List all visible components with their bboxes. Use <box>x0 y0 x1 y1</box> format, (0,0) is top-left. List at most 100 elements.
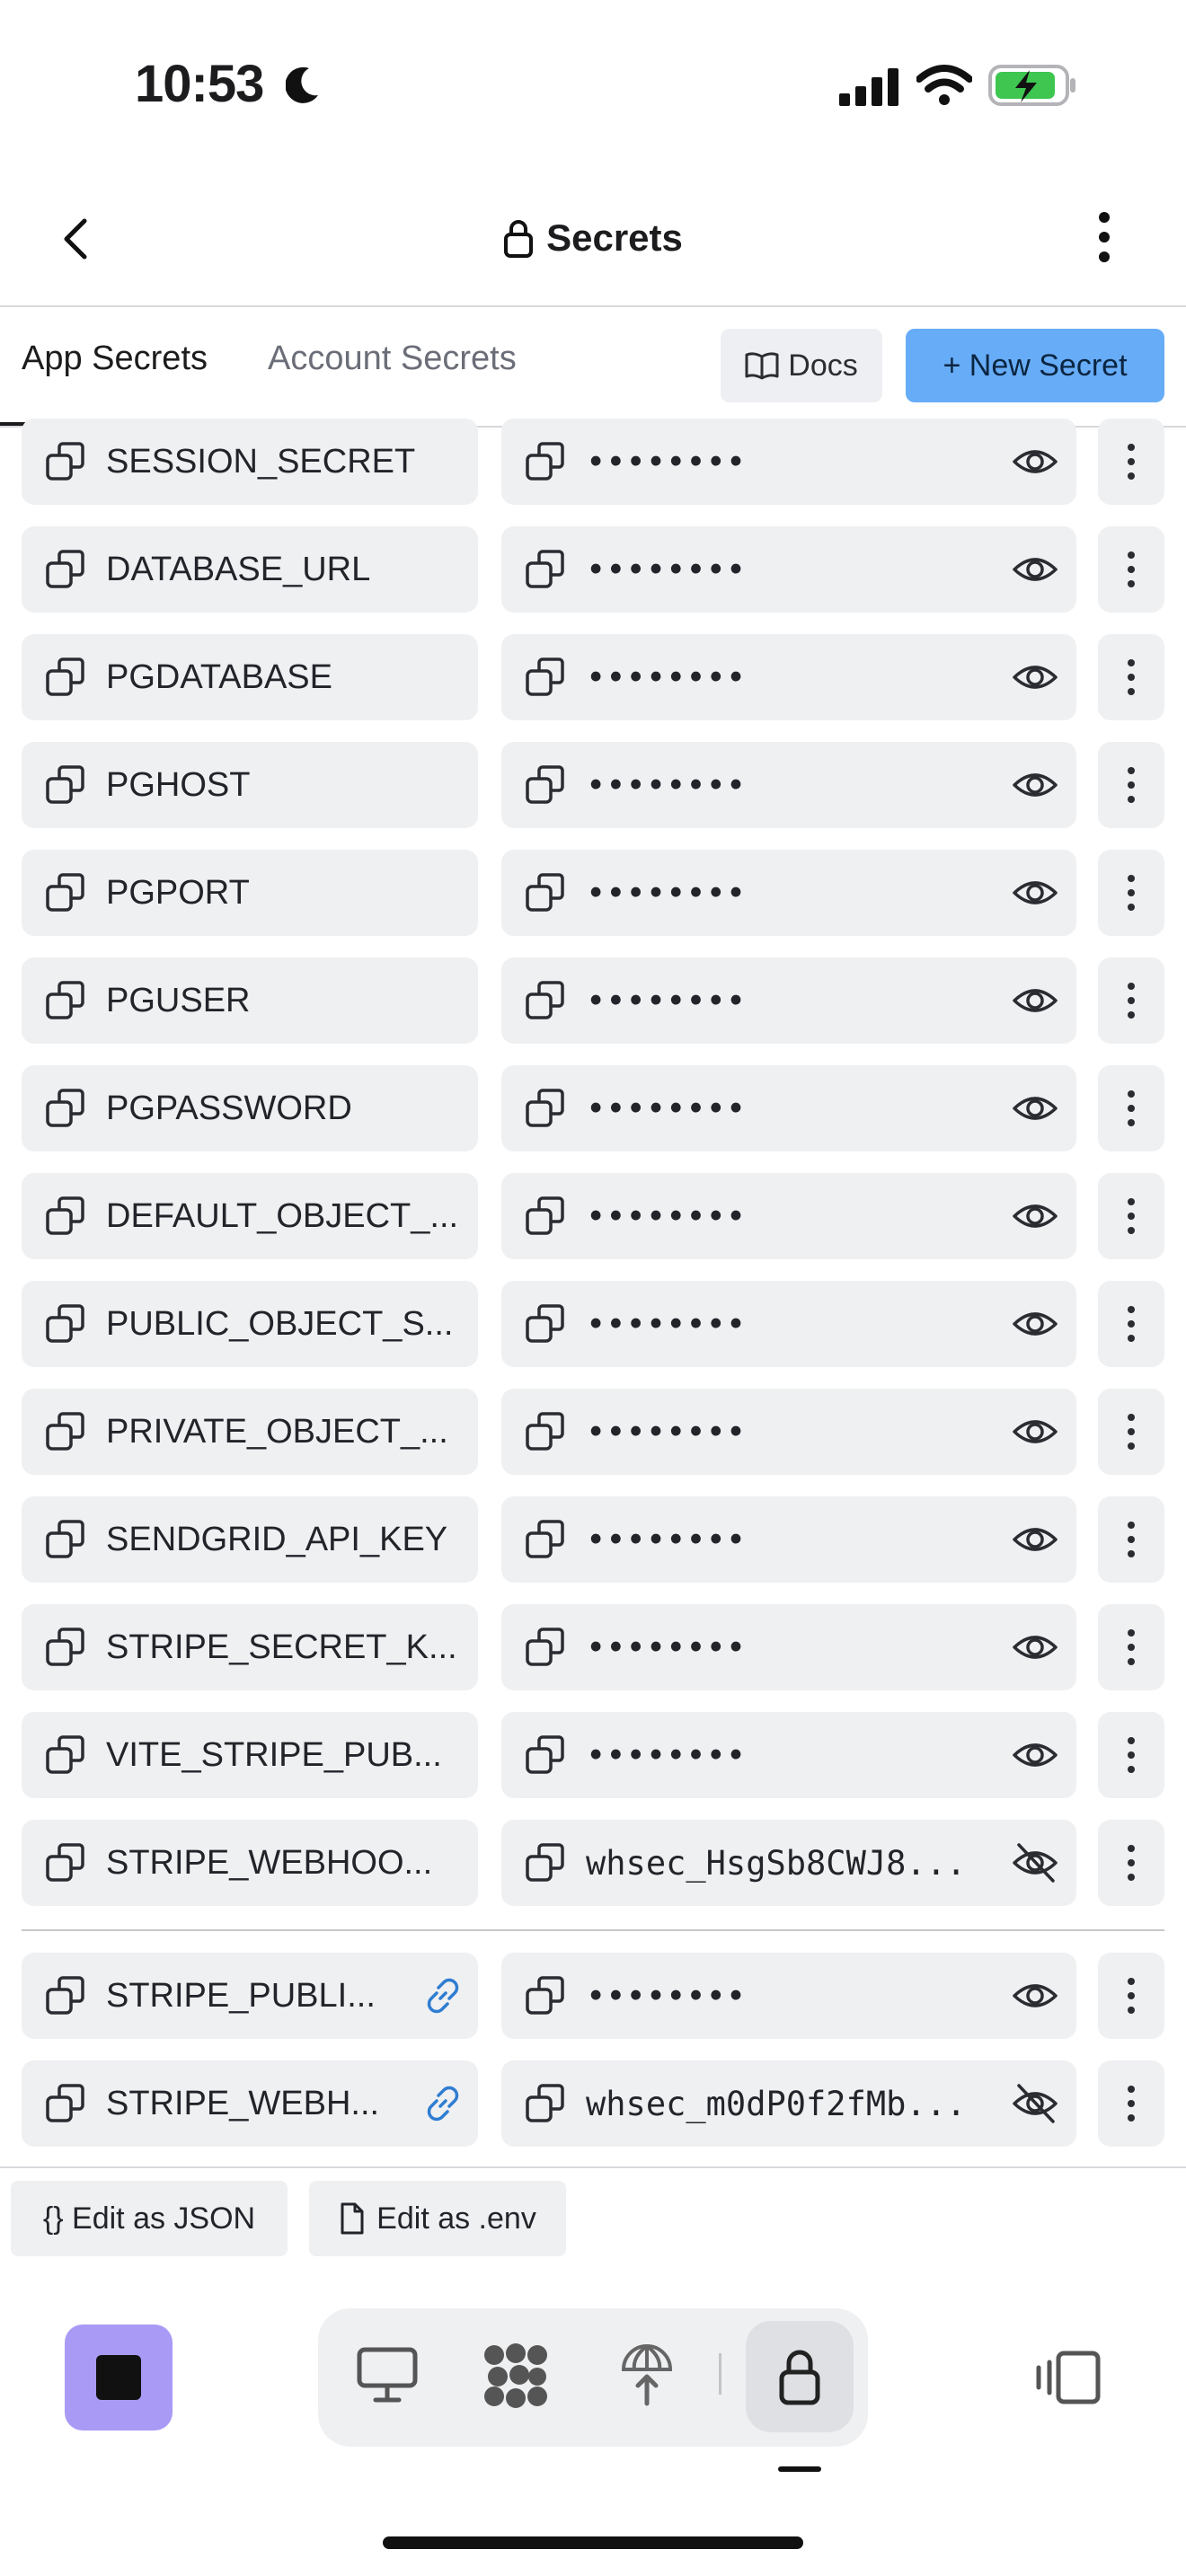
copy-icon[interactable] <box>525 549 566 590</box>
secret-value-field[interactable]: •••••••• <box>501 1173 1076 1259</box>
copy-icon[interactable] <box>45 657 86 698</box>
copy-icon[interactable] <box>525 1195 566 1237</box>
show-value-eye-icon[interactable] <box>1012 1972 1058 2019</box>
secret-key-field[interactable]: PGDATABASE <box>22 634 478 720</box>
secret-value-field[interactable]: •••••••• <box>501 634 1076 720</box>
copy-icon[interactable] <box>45 1975 86 2016</box>
copy-icon[interactable] <box>525 980 566 1021</box>
copy-icon[interactable] <box>525 1734 566 1776</box>
secret-key-field[interactable]: STRIPE_PUBLI... <box>22 1953 478 2039</box>
copy-icon[interactable] <box>525 872 566 913</box>
copy-icon[interactable] <box>525 441 566 482</box>
copy-icon[interactable] <box>45 1519 86 1560</box>
copy-icon[interactable] <box>525 1519 566 1560</box>
monitor-icon[interactable] <box>356 2346 419 2404</box>
copy-icon[interactable] <box>45 980 86 1021</box>
copy-icon[interactable] <box>45 441 86 482</box>
secret-value-field[interactable]: •••••••• <box>501 742 1076 828</box>
edit-as-json-button[interactable]: {} Edit as JSON <box>11 2181 288 2256</box>
hide-value-eye-off-icon[interactable] <box>1012 2080 1058 2127</box>
docs-button[interactable]: Docs <box>721 329 882 402</box>
agent-cluster-icon[interactable] <box>482 2342 550 2409</box>
show-value-eye-icon[interactable] <box>1012 438 1058 485</box>
secret-value-field[interactable]: •••••••• <box>501 1604 1076 1690</box>
secret-key-field[interactable]: PRIVATE_OBJECT_... <box>22 1389 478 1475</box>
secret-row-menu-button[interactable] <box>1098 1389 1164 1475</box>
secret-key-field[interactable]: PGPORT <box>22 850 478 936</box>
copy-icon[interactable] <box>45 1842 86 1883</box>
show-value-eye-icon[interactable] <box>1012 1516 1058 1563</box>
copy-icon[interactable] <box>45 1303 86 1345</box>
secret-row-menu-button[interactable] <box>1098 1281 1164 1367</box>
secret-key-field[interactable]: DATABASE_URL <box>22 526 478 613</box>
secret-row-menu-button[interactable] <box>1098 634 1164 720</box>
panel-switcher-icon[interactable] <box>1033 2350 1102 2405</box>
secret-key-field[interactable]: PGPASSWORD <box>22 1065 478 1151</box>
secret-row-menu-button[interactable] <box>1098 1496 1164 1583</box>
secret-value-field[interactable]: •••••••• <box>501 1712 1076 1798</box>
secret-row-menu-button[interactable] <box>1098 526 1164 613</box>
tab-account-secrets[interactable]: Account Secrets <box>268 340 517 378</box>
secret-row-menu-button[interactable] <box>1098 1820 1164 1906</box>
show-value-eye-icon[interactable] <box>1012 1732 1058 1778</box>
copy-icon[interactable] <box>45 764 86 806</box>
copy-icon[interactable] <box>45 1195 86 1237</box>
show-value-eye-icon[interactable] <box>1012 762 1058 808</box>
secret-value-field[interactable]: whsec_HsgSb8CWJ8... <box>501 1820 1076 1906</box>
show-value-eye-icon[interactable] <box>1012 546 1058 593</box>
hide-value-eye-off-icon[interactable] <box>1012 1839 1058 1886</box>
more-vertical-icon[interactable] <box>1091 210 1118 264</box>
show-value-eye-icon[interactable] <box>1012 654 1058 701</box>
copy-icon[interactable] <box>45 549 86 590</box>
show-value-eye-icon[interactable] <box>1012 1085 1058 1132</box>
secret-key-field[interactable]: PGUSER <box>22 957 478 1044</box>
secret-row-menu-button[interactable] <box>1098 1604 1164 1690</box>
secret-value-field[interactable]: •••••••• <box>501 1953 1076 2039</box>
secret-row-menu-button[interactable] <box>1098 1953 1164 2039</box>
tab-app-secrets[interactable]: App Secrets <box>22 340 208 378</box>
secret-value-field[interactable]: •••••••• <box>501 957 1076 1044</box>
secret-value-field[interactable]: •••••••• <box>501 1389 1076 1475</box>
show-value-eye-icon[interactable] <box>1012 1301 1058 1347</box>
secret-row-menu-button[interactable] <box>1098 1712 1164 1798</box>
secret-key-field[interactable]: STRIPE_WEBHOO... <box>22 1820 478 1906</box>
copy-icon[interactable] <box>525 1975 566 2016</box>
copy-icon[interactable] <box>525 2083 566 2124</box>
show-value-eye-icon[interactable] <box>1012 977 1058 1024</box>
copy-icon[interactable] <box>525 1303 566 1345</box>
secret-row-menu-button[interactable] <box>1098 2060 1164 2147</box>
secret-row-menu-button[interactable] <box>1098 742 1164 828</box>
secret-key-field[interactable]: PUBLIC_OBJECT_S... <box>22 1281 478 1367</box>
secret-value-field[interactable]: •••••••• <box>501 1496 1076 1583</box>
copy-icon[interactable] <box>525 1411 566 1452</box>
copy-icon[interactable] <box>525 1627 566 1668</box>
copy-icon[interactable] <box>45 1734 86 1776</box>
secret-key-field[interactable]: STRIPE_SECRET_K... <box>22 1604 478 1690</box>
copy-icon[interactable] <box>45 2083 86 2124</box>
copy-icon[interactable] <box>45 1411 86 1452</box>
edit-as-env-button[interactable]: Edit as .env <box>309 2181 566 2256</box>
secrets-tool-button[interactable] <box>746 2321 854 2432</box>
secret-key-field[interactable]: SESSION_SECRET <box>22 419 478 505</box>
secret-row-menu-button[interactable] <box>1098 957 1164 1044</box>
secret-key-field[interactable]: SENDGRID_API_KEY <box>22 1496 478 1583</box>
copy-icon[interactable] <box>525 1842 566 1883</box>
copy-icon[interactable] <box>525 764 566 806</box>
stop-button[interactable] <box>65 2325 173 2430</box>
secret-value-field[interactable]: •••••••• <box>501 419 1076 505</box>
copy-icon[interactable] <box>525 657 566 698</box>
copy-icon[interactable] <box>525 1088 566 1129</box>
secret-key-field[interactable]: PGHOST <box>22 742 478 828</box>
deploy-globe-icon[interactable] <box>618 2342 676 2407</box>
show-value-eye-icon[interactable] <box>1012 869 1058 916</box>
secret-value-field[interactable]: •••••••• <box>501 1065 1076 1151</box>
show-value-eye-icon[interactable] <box>1012 1408 1058 1455</box>
secret-row-menu-button[interactable] <box>1098 1065 1164 1151</box>
secret-key-field[interactable]: STRIPE_WEBH... <box>22 2060 478 2147</box>
copy-icon[interactable] <box>45 872 86 913</box>
new-secret-button[interactable]: + New Secret <box>906 329 1164 402</box>
secret-key-field[interactable]: DEFAULT_OBJECT_... <box>22 1173 478 1259</box>
secret-row-menu-button[interactable] <box>1098 850 1164 936</box>
show-value-eye-icon[interactable] <box>1012 1193 1058 1239</box>
secret-value-field[interactable]: •••••••• <box>501 850 1076 936</box>
